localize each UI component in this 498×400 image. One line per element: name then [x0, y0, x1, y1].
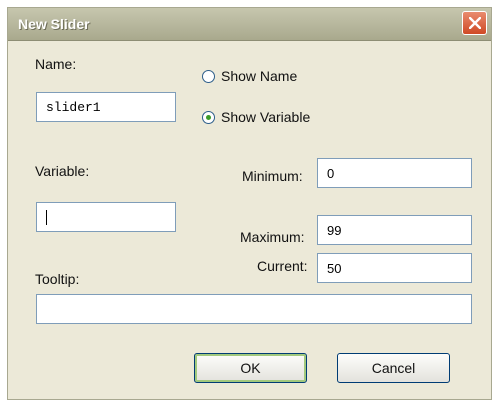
text-caret — [46, 210, 47, 226]
current-label: Current: — [257, 258, 308, 274]
title-bar[interactable]: New Slider — [8, 8, 491, 41]
show-name-radio[interactable] — [202, 69, 215, 83]
cancel-button[interactable]: Cancel — [337, 353, 450, 383]
maximum-label: Maximum: — [240, 229, 305, 245]
minimum-input[interactable] — [317, 158, 472, 188]
variable-label: Variable: — [35, 163, 90, 179]
show-name-label: Show Name — [221, 68, 298, 84]
show-variable-label: Show Variable — [221, 109, 311, 125]
tooltip-label: Tooltip: — [35, 271, 80, 287]
new-slider-dialog: New Slider Name: Show Name Show Variable… — [7, 7, 492, 400]
maximum-input[interactable] — [317, 215, 472, 245]
window-title: New Slider — [18, 16, 90, 32]
current-input[interactable] — [317, 253, 472, 283]
name-input[interactable] — [36, 92, 176, 122]
close-icon — [468, 17, 481, 29]
minimum-label: Minimum: — [242, 168, 303, 184]
variable-input[interactable] — [36, 202, 176, 232]
show-variable-option[interactable]: Show Variable — [202, 109, 310, 125]
name-label: Name: — [35, 56, 77, 72]
show-name-option[interactable]: Show Name — [202, 68, 297, 84]
ok-button[interactable]: OK — [194, 353, 307, 383]
tooltip-input[interactable] — [36, 294, 472, 324]
show-variable-radio[interactable] — [202, 110, 215, 124]
close-button[interactable] — [462, 11, 487, 35]
